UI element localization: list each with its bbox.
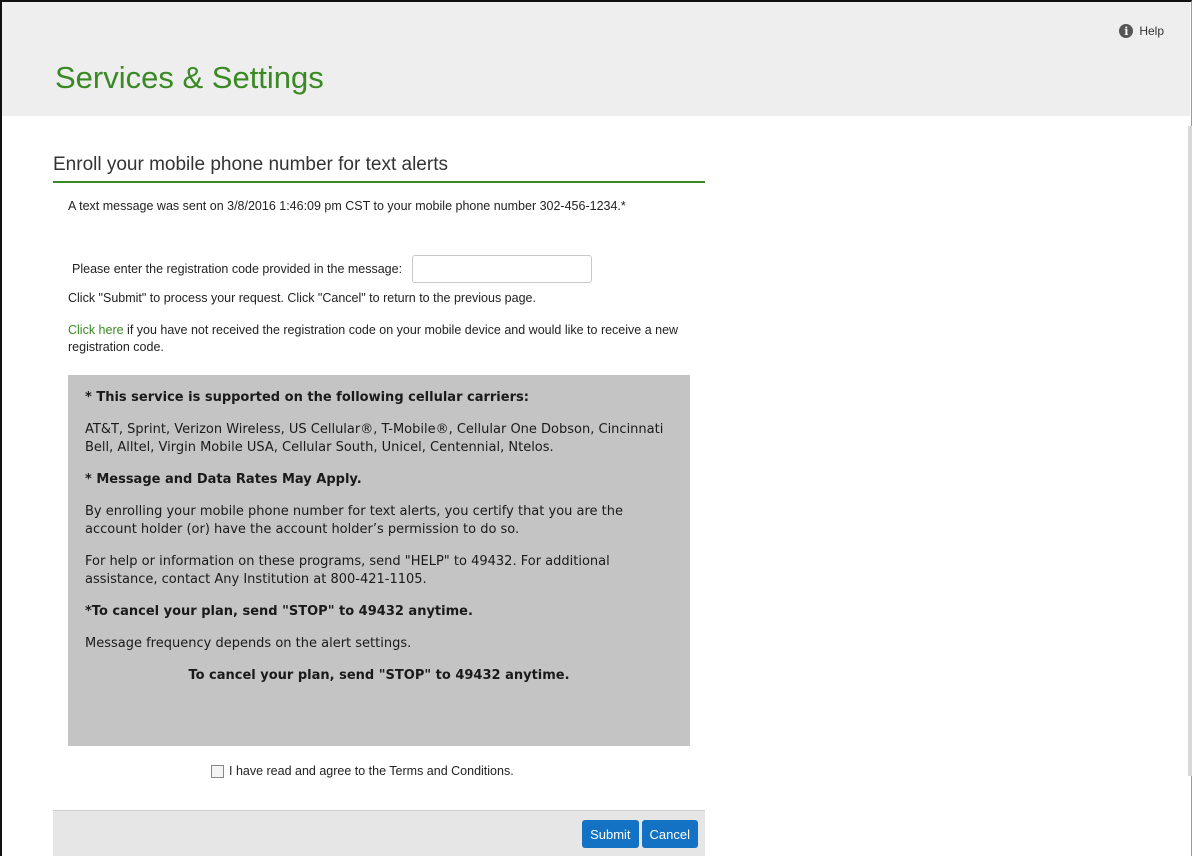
- resend-code-text: if you have not received the registratio…: [68, 323, 679, 354]
- action-bar: Submit Cancel: [53, 810, 705, 856]
- info-circle-icon: i: [1119, 24, 1134, 38]
- terms-label: I have read and agree to the Terms and C…: [229, 764, 514, 778]
- help-info-text: For help or information on these program…: [85, 554, 610, 587]
- carrier-info-box: * This service is supported on the follo…: [68, 375, 690, 746]
- terms-checkbox[interactable]: [211, 764, 224, 778]
- submit-button[interactable]: Submit: [582, 820, 639, 848]
- action-buttons: Submit Cancel: [582, 820, 698, 848]
- terms-row[interactable]: I have read and agree to the Terms and C…: [211, 764, 514, 778]
- page-title: Services & Settings: [55, 60, 324, 95]
- help-link[interactable]: i Help: [1119, 24, 1164, 38]
- main-content: Enroll your mobile phone number for text…: [53, 150, 705, 778]
- submit-instructions: Click "Submit" to process your request. …: [68, 291, 536, 305]
- certify-text: By enrolling your mobile phone number fo…: [85, 504, 624, 537]
- frequency-text: Message frequency depends on the alert s…: [85, 636, 412, 651]
- resend-code-link[interactable]: Click here: [68, 323, 124, 337]
- sent-message-text: A text message was sent on 3/8/2016 1:46…: [68, 199, 626, 213]
- carriers-heading: * This service is supported on the follo…: [85, 390, 529, 405]
- cancel-heading: *To cancel your plan, send "STOP" to 494…: [85, 604, 473, 619]
- cancel-centered-text: To cancel your plan, send "STOP" to 4943…: [188, 668, 570, 683]
- page-header: i Help Services & Settings: [2, 2, 1190, 116]
- help-label: Help: [1139, 24, 1164, 38]
- rates-heading: * Message and Data Rates May Apply.: [85, 472, 362, 487]
- carriers-list: AT&T, Sprint, Verizon Wireless, US Cellu…: [85, 422, 664, 455]
- registration-code-input[interactable]: [412, 255, 593, 283]
- registration-row: Please enter the registration code provi…: [72, 255, 593, 283]
- section-title: Enroll your mobile phone number for text…: [53, 150, 705, 183]
- cancel-button[interactable]: Cancel: [641, 820, 698, 848]
- registration-label: Please enter the registration code provi…: [72, 261, 403, 276]
- resend-code-paragraph: Click here if you have not received the …: [68, 322, 688, 356]
- vertical-scrollbar[interactable]: [1188, 126, 1192, 776]
